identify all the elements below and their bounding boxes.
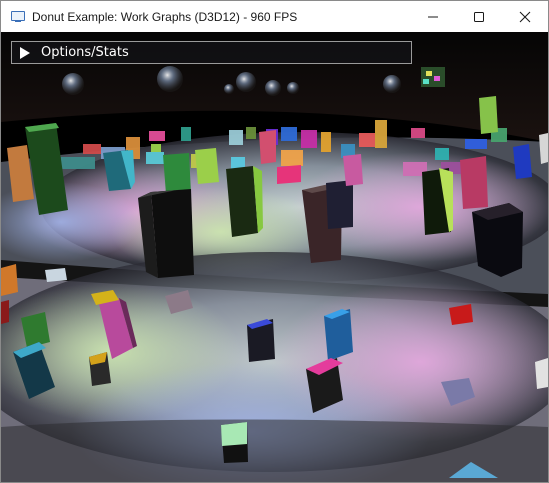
minimize-icon — [428, 16, 438, 17]
triangle-right-icon[interactable] — [20, 46, 30, 59]
window-title: Donut Example: Work Graphs (D3D12) - 960… — [32, 9, 298, 24]
title-bar[interactable]: Donut Example: Work Graphs (D3D12) - 960… — [1, 1, 548, 32]
close-icon — [519, 11, 531, 22]
maximize-icon — [474, 11, 484, 22]
maximize-button[interactable] — [456, 1, 502, 32]
rendered-scene — [1, 32, 548, 482]
app-window: Donut Example: Work Graphs (D3D12) - 960… — [0, 0, 549, 483]
close-button[interactable] — [502, 1, 548, 32]
options-stats-label[interactable]: Options/Stats — [41, 45, 129, 60]
options-stats-panel[interactable]: Options/Stats — [11, 41, 412, 64]
render-viewport[interactable]: Options/Stats — [1, 32, 548, 482]
minimize-button[interactable] — [410, 1, 456, 32]
caption-buttons — [410, 1, 548, 32]
app-window-icon — [10, 9, 26, 25]
